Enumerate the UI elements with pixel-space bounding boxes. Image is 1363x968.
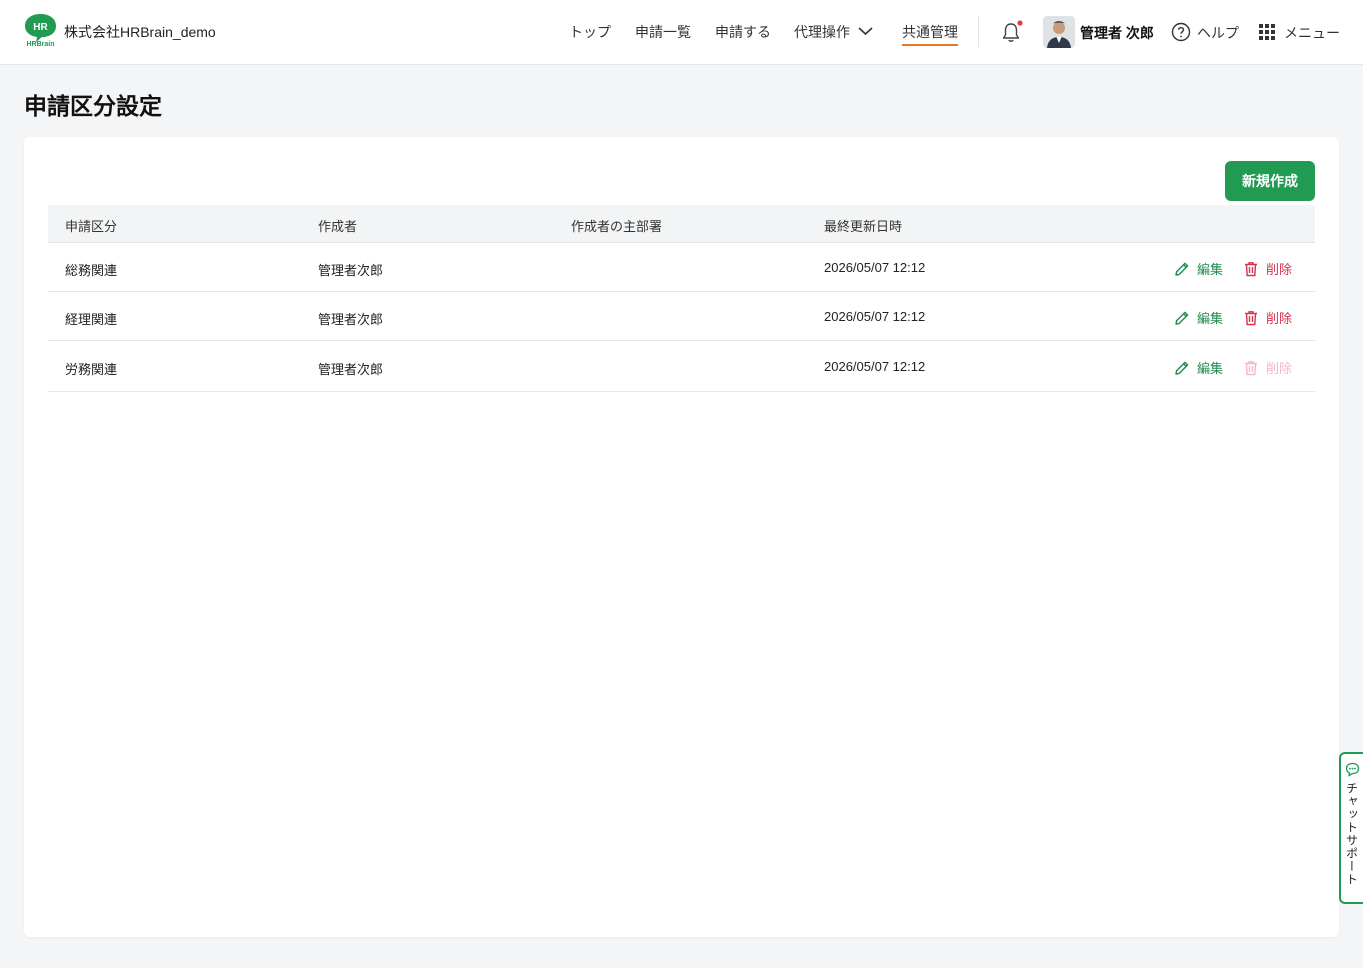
avatar[interactable] [1043, 16, 1075, 48]
delete-button[interactable]: 削除 [1243, 259, 1292, 278]
nav-proxy-operation[interactable]: 代理操作 [794, 22, 850, 42]
table-header: 申請区分 作成者 作成者の主部署 最終更新日時 [48, 205, 1315, 243]
content-card: 新規作成 申請区分 作成者 作成者の主部署 最終更新日時 総務関連 管理者次郎 … [24, 137, 1339, 937]
delete-label: 削除 [1266, 361, 1293, 376]
svg-text:HRBrain: HRBrain [26, 41, 54, 47]
cell-updated: 2026/05/07 12:12 [824, 309, 926, 324]
delete-label: 削除 [1266, 311, 1293, 326]
help-circle-icon[interactable] [1171, 22, 1191, 42]
cell-creator: 管理者次郎 [318, 263, 384, 278]
nav-application-list[interactable]: 申請一覧 [635, 22, 691, 42]
svg-text:HR: HR [33, 22, 48, 33]
notification-dot [1017, 20, 1023, 26]
chevron-down-icon[interactable] [858, 26, 873, 36]
cell-creator: 管理者次郎 [318, 362, 384, 377]
edit-label: 編集 [1197, 311, 1224, 326]
trash-icon [1245, 261, 1257, 276]
chat-bubble-icon [1345, 762, 1359, 777]
cell-updated: 2026/05/07 12:12 [824, 260, 926, 275]
edit-label: 編集 [1197, 262, 1224, 277]
pencil-icon [1175, 361, 1189, 375]
delete-button[interactable]: 削除 [1243, 308, 1292, 327]
cell-creator: 管理者次郎 [318, 312, 384, 327]
user-name[interactable]: 管理者 次郎 [1080, 23, 1154, 43]
page-title: 申請区分設定 [24, 93, 162, 119]
trash-icon [1245, 360, 1257, 375]
hrbrain-logo[interactable]: HR HRBrain [24, 13, 57, 47]
header-divider [978, 16, 979, 47]
help-link[interactable]: ヘルプ [1197, 23, 1239, 43]
cell-category: 労務関連 [65, 362, 118, 377]
grid-menu-icon[interactable] [1259, 24, 1275, 40]
edit-button[interactable]: 編集 [1174, 358, 1223, 377]
menu-link[interactable]: メニュー [1284, 23, 1340, 43]
column-header-department: 作成者の主部署 [571, 219, 663, 234]
new-create-button[interactable]: 新規作成 [1225, 161, 1315, 201]
top-header: HR HRBrain 株式会社HRBrain_demo トップ 申請一覧 申請す… [0, 0, 1363, 65]
edit-button[interactable]: 編集 [1174, 308, 1223, 327]
cell-category: 総務関連 [65, 263, 118, 278]
cell-updated: 2026/05/07 12:12 [824, 359, 926, 374]
delete-label: 削除 [1266, 262, 1293, 277]
nav-apply[interactable]: 申請する [715, 22, 771, 42]
cell-category: 経理関連 [65, 312, 118, 327]
delete-button-disabled: 削除 [1243, 358, 1292, 377]
column-header-updated: 最終更新日時 [824, 219, 903, 234]
pencil-icon [1175, 311, 1189, 325]
nav-top[interactable]: トップ [569, 22, 611, 42]
edit-label: 編集 [1197, 361, 1224, 376]
chat-support-tab[interactable]: チャットサポート [1339, 752, 1363, 904]
table-row: 総務関連 管理者次郎 2026/05/07 12:12 編集 削除 [48, 243, 1315, 292]
edit-button[interactable]: 編集 [1174, 259, 1223, 278]
column-header-category: 申請区分 [65, 219, 118, 234]
bell-icon[interactable] [1001, 20, 1023, 44]
column-header-creator: 作成者 [318, 219, 358, 234]
nav-common-management[interactable]: 共通管理 [902, 22, 958, 46]
company-name: 株式会社HRBrain_demo [64, 24, 216, 40]
trash-icon [1245, 310, 1257, 325]
pencil-icon [1175, 262, 1189, 276]
table-row: 経理関連 管理者次郎 2026/05/07 12:12 編集 削除 [48, 292, 1315, 341]
chat-support-label: チャットサポート [1344, 782, 1359, 886]
table-row: 労務関連 管理者次郎 2026/05/07 12:12 編集 削除 [48, 341, 1315, 392]
